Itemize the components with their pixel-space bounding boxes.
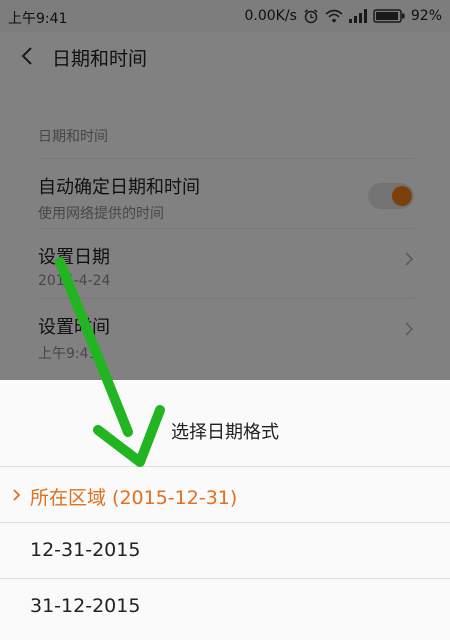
sheet-title: 选择日期格式 [171,422,279,443]
option-region-format[interactable]: 所在区域 (2015-12-31) [0,466,450,523]
date-format-sheet: 选择日期格式 所在区域 (2015-12-31) 12-31-2015 31-1… [0,380,450,640]
dim-overlay[interactable] [0,0,450,380]
selected-chevron-icon [12,487,22,501]
option-label: 31-12-2015 [30,595,141,617]
option-label: 12-31-2015 [30,539,141,561]
option-dmy-format[interactable]: 31-12-2015 [0,578,450,635]
option-mdy-format[interactable]: 12-31-2015 [0,522,450,579]
option-label: 所在区域 (2015-12-31) [30,487,238,509]
